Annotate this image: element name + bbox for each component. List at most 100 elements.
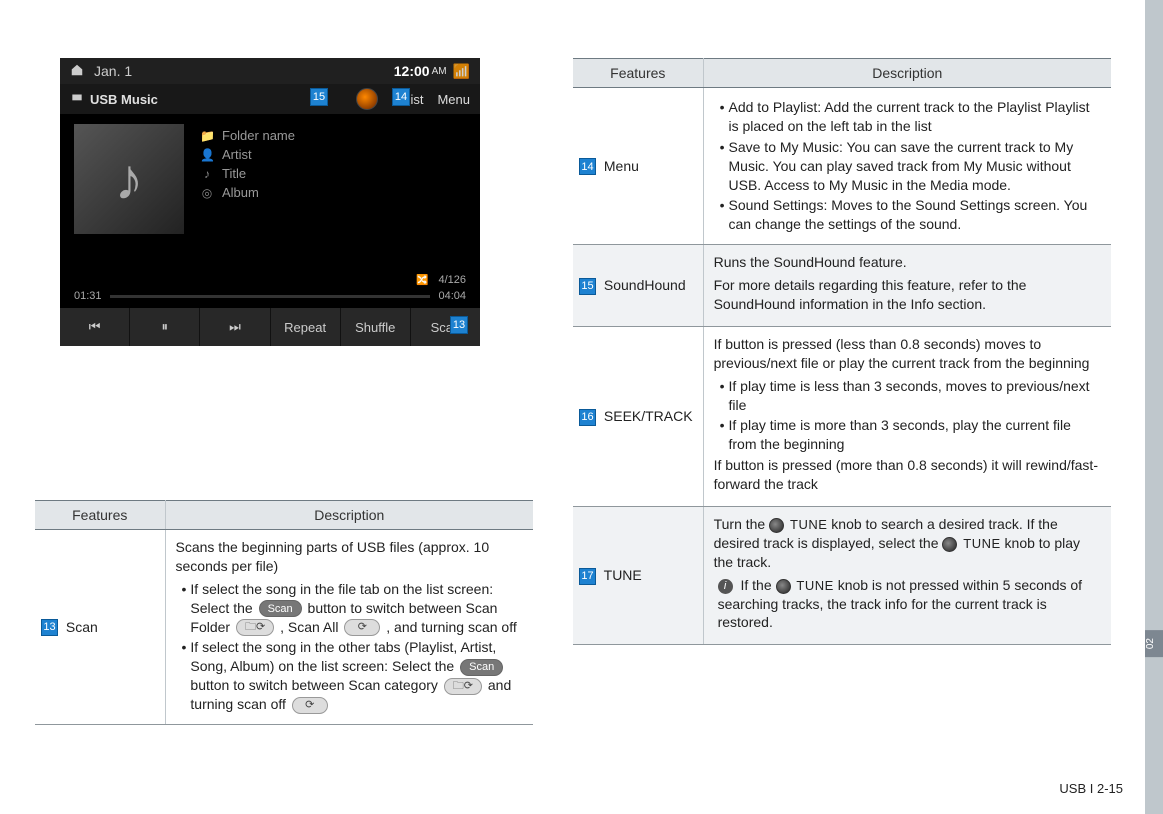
prev-button[interactable]: ⏮ — [60, 308, 130, 346]
tune-knob-icon — [769, 518, 784, 533]
artist-icon: 👤 — [200, 148, 214, 162]
table-header-description: Description — [703, 59, 1111, 88]
pause-button[interactable]: ⏸ — [130, 308, 200, 346]
feature-name-seektrack: SEEK/TRACK — [604, 408, 693, 424]
menu-bullet-3: Sound Settings: Moves to the Sound Setti… — [729, 196, 1102, 234]
scan-intro: Scans the beginning parts of USB files (… — [176, 538, 524, 576]
bullet-dot: • — [182, 638, 187, 714]
bullet-dot: • — [720, 98, 725, 136]
scan-bullet-2: If select the song in the other tabs (Pl… — [190, 638, 523, 714]
playback-controls: ⏮ ⏸ ⏭ Repeat Shuffle Scan — [60, 308, 480, 346]
tune-knob-label: TUNE — [796, 578, 833, 593]
table-header-description: Description — [165, 501, 533, 530]
scan-category-icon: 🗀⟳ — [444, 678, 482, 695]
album-icon: ◎ — [200, 186, 214, 200]
right-features-table: Features Description 14 Menu •Add to Pla… — [573, 58, 1111, 645]
table-row: 16 SEEK/TRACK If button is pressed (less… — [573, 326, 1111, 506]
folder-icon: 📁 — [200, 129, 214, 143]
table-row: 14 Menu •Add to Playlist: Add the curren… — [573, 88, 1111, 245]
next-button[interactable]: ⏭ — [200, 308, 270, 346]
status-ampm: AM — [432, 66, 447, 77]
shuffle-indicator-icon: 🔀 — [416, 275, 428, 286]
tune-info-note: i If the TUNE knob is not pressed within… — [714, 576, 1101, 633]
row-callout-16: 16 — [579, 409, 596, 426]
scan-folder-icon: 🗀⟳ — [236, 619, 274, 636]
status-date: Jan. 1 — [94, 63, 132, 79]
soundhound-icon[interactable] — [356, 88, 378, 110]
scan-pill-button: Scan — [460, 659, 503, 676]
text: button to switch between Scan category — [190, 677, 441, 693]
scan-pill-button: Scan — [259, 600, 302, 617]
repeat-button[interactable]: Repeat — [271, 308, 341, 346]
elapsed-time: 01:31 — [74, 290, 102, 302]
shuffle-button[interactable]: Shuffle — [341, 308, 411, 346]
info-icon: i — [718, 579, 733, 594]
table-row: 15 SoundHound Runs the SoundHound featur… — [573, 245, 1111, 327]
scan-bullet-1: If select the song in the file tab on th… — [190, 580, 523, 637]
track-title: Title — [222, 166, 246, 181]
menu-bullet-2: Save to My Music: You can save the curre… — [729, 138, 1102, 195]
table-header-features: Features — [35, 501, 165, 530]
table-row: 13 Scan Scans the beginning parts of USB… — [35, 530, 533, 725]
chapter-number: 02 — [1145, 630, 1163, 657]
bullet-dot: • — [720, 196, 725, 234]
row-callout-17: 17 — [579, 568, 596, 585]
text: , and turning scan off — [386, 619, 517, 635]
row-callout-13: 13 — [41, 619, 58, 636]
status-bar: Jan. 1 12:00 AM 📶 — [60, 58, 480, 84]
feature-name-tune: TUNE — [604, 567, 642, 583]
tune-knob-icon — [942, 537, 957, 552]
track-metadata: 📁 Folder name 👤 Artist ♪ Title ◎ Album — [200, 124, 466, 274]
callout-14: 14 — [392, 88, 410, 106]
source-bar: USB Music ≡ List Menu — [60, 84, 480, 114]
menu-bullet-1: Add to Playlist: Add the current track t… — [729, 98, 1102, 136]
tune-knob-label: TUNE — [963, 536, 1000, 551]
soundhound-p2: For more details regarding this feature,… — [714, 276, 1101, 314]
callout-15: 15 — [310, 88, 328, 106]
seek-p1: If button is pressed (less than 0.8 seco… — [714, 335, 1101, 373]
text: , Scan All — [280, 619, 342, 635]
feature-name-scan: Scan — [66, 619, 98, 635]
soundhound-p1: Runs the SoundHound feature. — [714, 253, 1101, 272]
tune-paragraph: Turn the TUNE knob to search a desired t… — [714, 515, 1101, 572]
scan-all-icon: ⟳ — [344, 619, 380, 636]
total-time: 04:04 — [438, 290, 466, 302]
usb-icon — [70, 91, 84, 108]
seek-p2: If button is pressed (more than 0.8 seco… — [714, 456, 1101, 494]
tune-knob-label: TUNE — [790, 517, 827, 532]
bullet-dot: • — [182, 580, 187, 637]
folder-name: Folder name — [222, 128, 295, 143]
head-unit-screenshot: Jan. 1 12:00 AM 📶 USB Music ≡ List Menu … — [60, 58, 480, 318]
feature-name-menu: Menu — [604, 158, 639, 174]
table-header-features: Features — [573, 59, 703, 88]
page-footer-label: USB I 2-15 — [1059, 781, 1123, 796]
artist-name: Artist — [222, 147, 252, 162]
bullet-dot: • — [720, 138, 725, 195]
text: If select the song in the other tabs (Pl… — [190, 639, 496, 674]
status-time: 12:00 — [394, 63, 430, 79]
track-counter: 4/126 — [438, 274, 466, 286]
seek-bullet-1: If play time is less than 3 seconds, mov… — [729, 377, 1102, 415]
chapter-side-strip: 02 — [1145, 0, 1163, 814]
row-callout-15: 15 — [579, 278, 596, 295]
album-name: Album — [222, 185, 259, 200]
progress-bar[interactable] — [110, 295, 431, 298]
seek-bullet-2: If play time is more than 3 seconds, pla… — [729, 416, 1102, 454]
left-features-table: Features Description 13 Scan Scans the b… — [35, 500, 533, 725]
signal-icon: 📶 — [453, 63, 470, 80]
row-callout-14: 14 — [579, 158, 596, 175]
home-icon — [70, 63, 84, 80]
scan-button[interactable]: Scan — [411, 308, 480, 346]
feature-name-soundhound: SoundHound — [604, 277, 686, 293]
title-icon: ♪ — [200, 167, 214, 181]
text: If the — [740, 577, 775, 593]
callout-13: 13 — [450, 316, 468, 334]
table-row: 17 TUNE Turn the TUNE knob to search a d… — [573, 507, 1111, 645]
bullet-dot: • — [720, 416, 725, 454]
source-label: USB Music — [90, 92, 158, 107]
scan-off-icon: ⟳ — [292, 697, 328, 714]
album-art-placeholder: ♪ — [74, 124, 184, 234]
text: Turn the — [714, 516, 770, 532]
menu-button[interactable]: Menu — [437, 92, 470, 107]
bullet-dot: • — [720, 377, 725, 415]
